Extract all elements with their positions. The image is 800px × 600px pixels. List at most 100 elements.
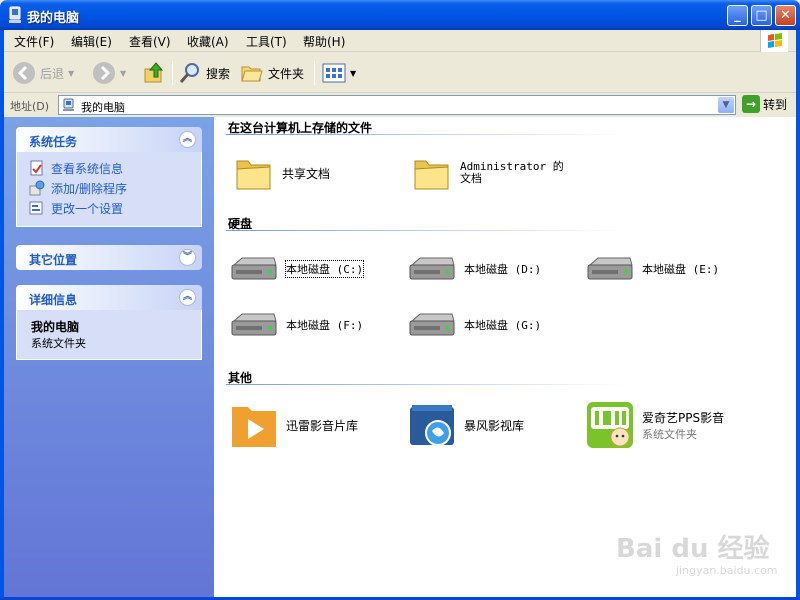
close-button[interactable]: ✕	[775, 5, 796, 26]
item-label: 暴风影视库	[464, 418, 525, 433]
folders-button[interactable]: 文件夹	[240, 59, 304, 87]
folder-icon	[236, 160, 271, 190]
item-label: 本地磁盘 (G:)	[464, 319, 542, 332]
folders-icon	[241, 66, 263, 82]
system-tasks-body: 查看系统信息 添加/删除程序 更改一个设置	[16, 152, 202, 227]
task-pane: 系统任务 ︽ 查看系统信息 添加/删除程序 更改一个设置 其它位置 ︾ 详细信息…	[4, 117, 214, 597]
system-tasks-title: 系统任务	[29, 135, 78, 149]
task-add-remove-programs[interactable]: 添加/删除程序	[29, 178, 201, 198]
disk-g-item[interactable]: 本地磁盘 (G:)	[408, 311, 541, 339]
collapse-chevron-icon[interactable]: ︽	[179, 289, 196, 306]
item-label: Administrator 的文档	[460, 160, 564, 185]
details-panel: 详细信息 ︽ 我的电脑 系统文件夹	[16, 285, 202, 360]
toolbar: 后退 ▼ ▼ 搜索 文件夹 ▼	[4, 53, 796, 93]
forward-dropdown-icon[interactable]: ▼	[120, 69, 126, 78]
add-remove-programs-icon	[29, 180, 45, 196]
search-icon	[179, 63, 199, 83]
views-dropdown-icon[interactable]: ▼	[350, 69, 356, 78]
hard-disk-icon	[231, 257, 277, 280]
address-input[interactable]: 我的电脑 ▼	[58, 95, 736, 115]
hard-disk-icon	[409, 257, 455, 280]
watermark-url: jingyan.baidu.com	[676, 564, 778, 577]
expand-chevron-icon[interactable]: ︾	[179, 249, 196, 266]
item-sublabel: 系统文件夹	[642, 427, 697, 441]
go-button[interactable]: → 转到	[742, 95, 787, 113]
item-label: 本地磁盘 (D:)	[464, 263, 542, 276]
baofeng-library-item[interactable]: 暴风影视库	[408, 401, 524, 449]
change-setting-icon	[29, 201, 43, 215]
content-pane: 在这台计算机上存储的文件 共享文档 Administrator 的文档 硬盘 本…	[214, 117, 796, 597]
address-label: 地址(D)	[10, 100, 50, 113]
details-title: 详细信息	[29, 293, 78, 307]
baidu-jingyan-watermark: Bai du 经验	[616, 534, 770, 564]
other-places-header[interactable]: 其它位置 ︾	[16, 245, 202, 270]
back-arrow-icon	[13, 62, 35, 84]
go-label: 转到	[763, 97, 788, 112]
task-label: 添加/删除程序	[51, 181, 128, 196]
menu-help[interactable]: 帮助(H)	[303, 33, 345, 50]
iqiyi-pps-item[interactable]: 爱奇艺PPS影音 系统文件夹	[586, 401, 724, 449]
back-button[interactable]: 后退 ▼	[12, 59, 74, 87]
toolbar-separator	[172, 61, 173, 85]
task-label: 查看系统信息	[51, 161, 124, 176]
group-divider	[226, 384, 626, 385]
back-label: 后退	[40, 66, 65, 81]
window-frame-right	[796, 30, 800, 600]
address-bar: 地址(D) 我的电脑 ▼ → 转到	[4, 94, 796, 116]
title-bar[interactable]: 我的电脑 _ □ ✕	[0, 0, 800, 30]
disk-e-item[interactable]: 本地磁盘 (E:)	[586, 255, 719, 283]
folders-label: 文件夹	[268, 66, 305, 81]
item-label: 迅雷影音片库	[286, 418, 359, 433]
details-item-desc: 系统文件夹	[31, 337, 86, 350]
window-title: 我的电脑	[27, 11, 80, 26]
disk-d-item[interactable]: 本地磁盘 (D:)	[408, 255, 541, 283]
menu-tools[interactable]: 工具(T)	[246, 33, 287, 50]
other-places-panel: 其它位置 ︾	[16, 245, 202, 270]
baofeng-video-icon	[410, 405, 454, 446]
menu-file[interactable]: 文件(F)	[14, 33, 54, 50]
item-label: 本地磁盘 (C:)	[284, 260, 365, 278]
menu-favorites[interactable]: 收藏(A)	[187, 33, 229, 50]
address-value: 我的电脑	[81, 101, 125, 114]
task-view-system-info[interactable]: 查看系统信息	[29, 158, 201, 178]
group-divider	[226, 134, 626, 135]
back-dropdown-icon[interactable]: ▼	[68, 69, 74, 78]
item-label: 本地磁盘 (F:)	[286, 319, 364, 332]
disk-c-item[interactable]: 本地磁盘 (C:)	[230, 255, 365, 283]
details-header[interactable]: 详细信息 ︽	[16, 285, 202, 310]
go-arrow-icon: →	[742, 95, 760, 113]
task-change-setting[interactable]: 更改一个设置	[29, 198, 201, 218]
task-label: 更改一个设置	[51, 201, 124, 216]
toolbar-separator	[314, 61, 315, 85]
address-dropdown-icon[interactable]: ▼	[718, 97, 734, 113]
windows-logo-icon	[760, 30, 788, 52]
admin-documents-item[interactable]: Administrator 的文档	[412, 153, 572, 193]
menu-edit[interactable]: 编辑(E)	[71, 33, 112, 50]
my-computer-icon	[63, 98, 74, 111]
collapse-chevron-icon[interactable]: ︽	[179, 131, 196, 148]
up-folder-button[interactable]	[142, 59, 166, 87]
maximize-button[interactable]: □	[751, 5, 772, 26]
search-label: 搜索	[206, 66, 231, 81]
forward-arrow-icon	[93, 62, 115, 84]
system-tasks-panel: 系统任务 ︽ 查看系统信息 添加/删除程序 更改一个设置	[16, 127, 202, 227]
search-button[interactable]: 搜索	[178, 59, 230, 87]
xunlei-player-icon	[232, 407, 276, 447]
hard-disk-icon	[587, 257, 633, 280]
views-button[interactable]: ▼	[322, 59, 356, 87]
views-grid-icon	[322, 63, 346, 83]
menu-view[interactable]: 查看(V)	[129, 33, 171, 50]
details-item-name: 我的电脑	[31, 320, 80, 334]
forward-button[interactable]: ▼	[92, 59, 126, 87]
item-label: 爱奇艺PPS影音	[642, 410, 725, 425]
shared-documents-item[interactable]: 共享文档	[234, 153, 330, 193]
disk-f-item[interactable]: 本地磁盘 (F:)	[230, 311, 363, 339]
hard-disk-icon	[409, 313, 455, 336]
hard-disk-icon	[231, 313, 277, 336]
my-computer-icon	[9, 6, 21, 23]
minimize-button[interactable]: _	[727, 5, 748, 26]
system-info-icon	[30, 160, 43, 176]
xunlei-library-item[interactable]: 迅雷影音片库	[230, 401, 358, 449]
system-tasks-header[interactable]: 系统任务 ︽	[16, 127, 202, 152]
other-places-title: 其它位置	[29, 253, 78, 267]
